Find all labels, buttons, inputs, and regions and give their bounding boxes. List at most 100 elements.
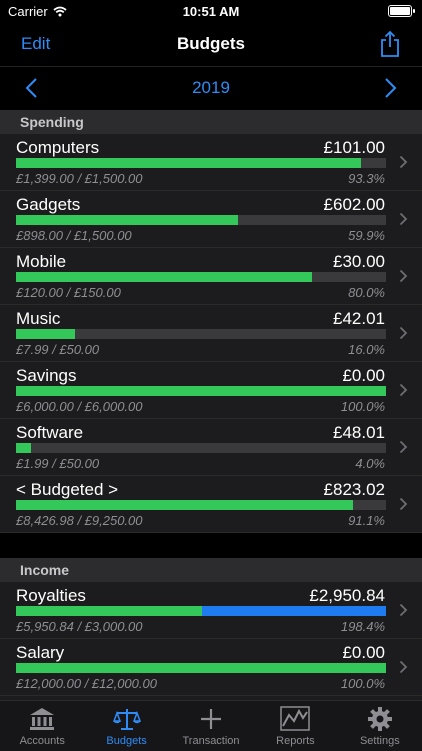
bank-icon (30, 708, 55, 730)
chevron-right-icon (399, 660, 408, 674)
tab-label: Reports (276, 735, 315, 747)
budget-name: < Budgeted > (16, 480, 119, 499)
chevron-right-icon (399, 383, 408, 397)
battery-icon (388, 5, 415, 17)
chevron-right-icon (399, 212, 408, 226)
income-rows: Royalties £2,950.84 £5,950.84 / £3,000.00 1… (0, 582, 422, 700)
budget-name: Salary (16, 643, 65, 662)
chevron-right-icon (399, 440, 408, 454)
budget-remaining: £0.00 (342, 366, 385, 385)
share-icon[interactable] (378, 30, 402, 58)
progress-bar-fill (16, 443, 31, 453)
chevron-right-icon[interactable] (380, 77, 400, 99)
budget-percent: 16.0% (348, 342, 385, 357)
budget-remaining: £602.00 (323, 195, 385, 214)
budget-name: Software (16, 423, 84, 442)
progress-bar-track (16, 500, 386, 510)
progress-bar-track (16, 443, 386, 453)
tab-label: Accounts (19, 735, 65, 747)
section-header-spending: Spending (0, 110, 422, 134)
chevron-right-icon (399, 269, 408, 283)
budget-remaining: £823.02 (323, 480, 385, 499)
progress-bar-track (16, 386, 386, 396)
budget-name: Computers (16, 138, 100, 157)
budget-name: Gadgets (16, 195, 81, 214)
tab-accounts[interactable]: Accounts (0, 701, 84, 751)
budget-row[interactable]: Software £48.01 £1.99 / £50.00 4.0% (0, 419, 422, 476)
spending-rows: Computers £101.00 £1,399.00 / £1,500.00 93.… (0, 134, 422, 533)
status-time: 10:51 AM (182, 4, 240, 19)
budget-percent: 198.4% (340, 619, 385, 634)
tab-transaction[interactable]: Transaction (169, 701, 253, 751)
budget-spent-of-total: £12,000.00 / £12,000.00 (16, 676, 157, 691)
progress-bar-track (16, 158, 386, 168)
scales-icon (112, 709, 141, 730)
budget-spent-of-total: £7.99 / £50.00 (16, 342, 100, 357)
chevron-right-icon (399, 603, 408, 617)
budget-remaining: £42.01 (333, 309, 385, 328)
chevron-right-icon (399, 155, 408, 169)
budget-list[interactable]: Spending Computers £101.00 £1,399.00 / £1,… (0, 110, 422, 700)
section-header-income: Income (0, 558, 422, 582)
budget-name: Royalties (16, 586, 86, 605)
budget-remaining: £0.00 (342, 643, 385, 662)
budget-row[interactable]: Music £42.01 £7.99 / £50.00 16.0% (0, 305, 422, 362)
budget-spent-of-total: £898.00 / £1,500.00 (16, 228, 132, 243)
budget-percent: 100.0% (340, 676, 385, 691)
budget-spent-of-total: £8,426.98 / £9,250.00 (16, 513, 143, 528)
budget-spent-of-total: £1,399.00 / £1,500.00 (16, 171, 143, 186)
nav-bar: Edit Budgets (0, 24, 422, 67)
tab-label: Budgets (106, 735, 147, 747)
plus-icon (201, 709, 222, 729)
chart-icon (280, 706, 311, 731)
progress-bar-track (16, 606, 386, 616)
budget-remaining: £2,950.84 (309, 586, 385, 605)
budget-percent: 93.3% (348, 171, 385, 186)
year-selector: 2019 (0, 67, 422, 109)
status-bar: Carrier 10:51 AM (0, 0, 422, 24)
budget-row[interactable]: Mobile £30.00 £120.00 / £150.00 80.0% (0, 248, 422, 305)
budget-remaining: £101.00 (323, 138, 385, 157)
budget-spent-of-total: £6,000.00 / £6,000.00 (16, 399, 143, 414)
budget-row[interactable]: Savings £0.00 £6,000.00 / £6,000.00 100.0% (0, 362, 422, 419)
budget-row[interactable]: Salary £0.00 £12,000.00 / £12,000.00 100.0% (0, 639, 422, 696)
budget-name: Mobile (16, 252, 67, 271)
progress-bar-track (16, 272, 386, 282)
progress-bar-over (202, 606, 386, 616)
chevron-right-icon (399, 326, 408, 340)
progress-bar-track (16, 215, 386, 225)
tab-label: Transaction (182, 735, 240, 747)
tab-bar: Accounts Budgets Transaction Reports Set… (0, 700, 422, 751)
budget-percent: 91.1% (348, 513, 385, 528)
tab-label: Settings (359, 735, 400, 747)
progress-bar-fill (16, 663, 386, 673)
tab-settings[interactable]: Settings (338, 701, 422, 751)
budget-spent-of-total: £120.00 / £150.00 (16, 285, 121, 300)
progress-bar-fill (16, 500, 354, 510)
progress-bar-fill (16, 272, 312, 282)
tab-reports[interactable]: Reports (253, 701, 337, 751)
budget-row[interactable]: Computers £101.00 £1,399.00 / £1,500.00 93.… (0, 134, 422, 191)
progress-bar-fill (16, 215, 238, 225)
budget-row[interactable]: < Budgeted > £823.02 £8,426.98 / £9,250.00… (0, 476, 422, 533)
budget-name: Savings (16, 366, 77, 385)
year-label: 2019 (192, 78, 230, 97)
progress-bar-fill (16, 158, 362, 168)
progress-bar-fill (16, 386, 386, 396)
budget-spent-of-total: £1.99 / £50.00 (16, 456, 100, 471)
gear-icon (367, 707, 392, 731)
budget-percent: 59.9% (348, 228, 385, 243)
section-gap (0, 533, 422, 558)
page-title: Budgets (177, 34, 245, 53)
tab-budgets[interactable]: Budgets (84, 701, 168, 751)
budget-row[interactable]: Gadgets £602.00 £898.00 / £1,500.00 59.9% (0, 191, 422, 248)
progress-bar-track (16, 329, 386, 339)
budget-name: Music (16, 309, 61, 328)
budget-row[interactable]: Royalties £2,950.84 £5,950.84 / £3,000.00 1… (0, 582, 422, 639)
progress-bar-fill (16, 329, 76, 339)
budget-percent: 100.0% (340, 399, 385, 414)
progress-bar-track (16, 663, 386, 673)
budget-remaining: £30.00 (333, 252, 385, 271)
budget-spent-of-total: £5,950.84 / £3,000.00 (16, 619, 143, 634)
chevron-right-icon (399, 497, 408, 511)
